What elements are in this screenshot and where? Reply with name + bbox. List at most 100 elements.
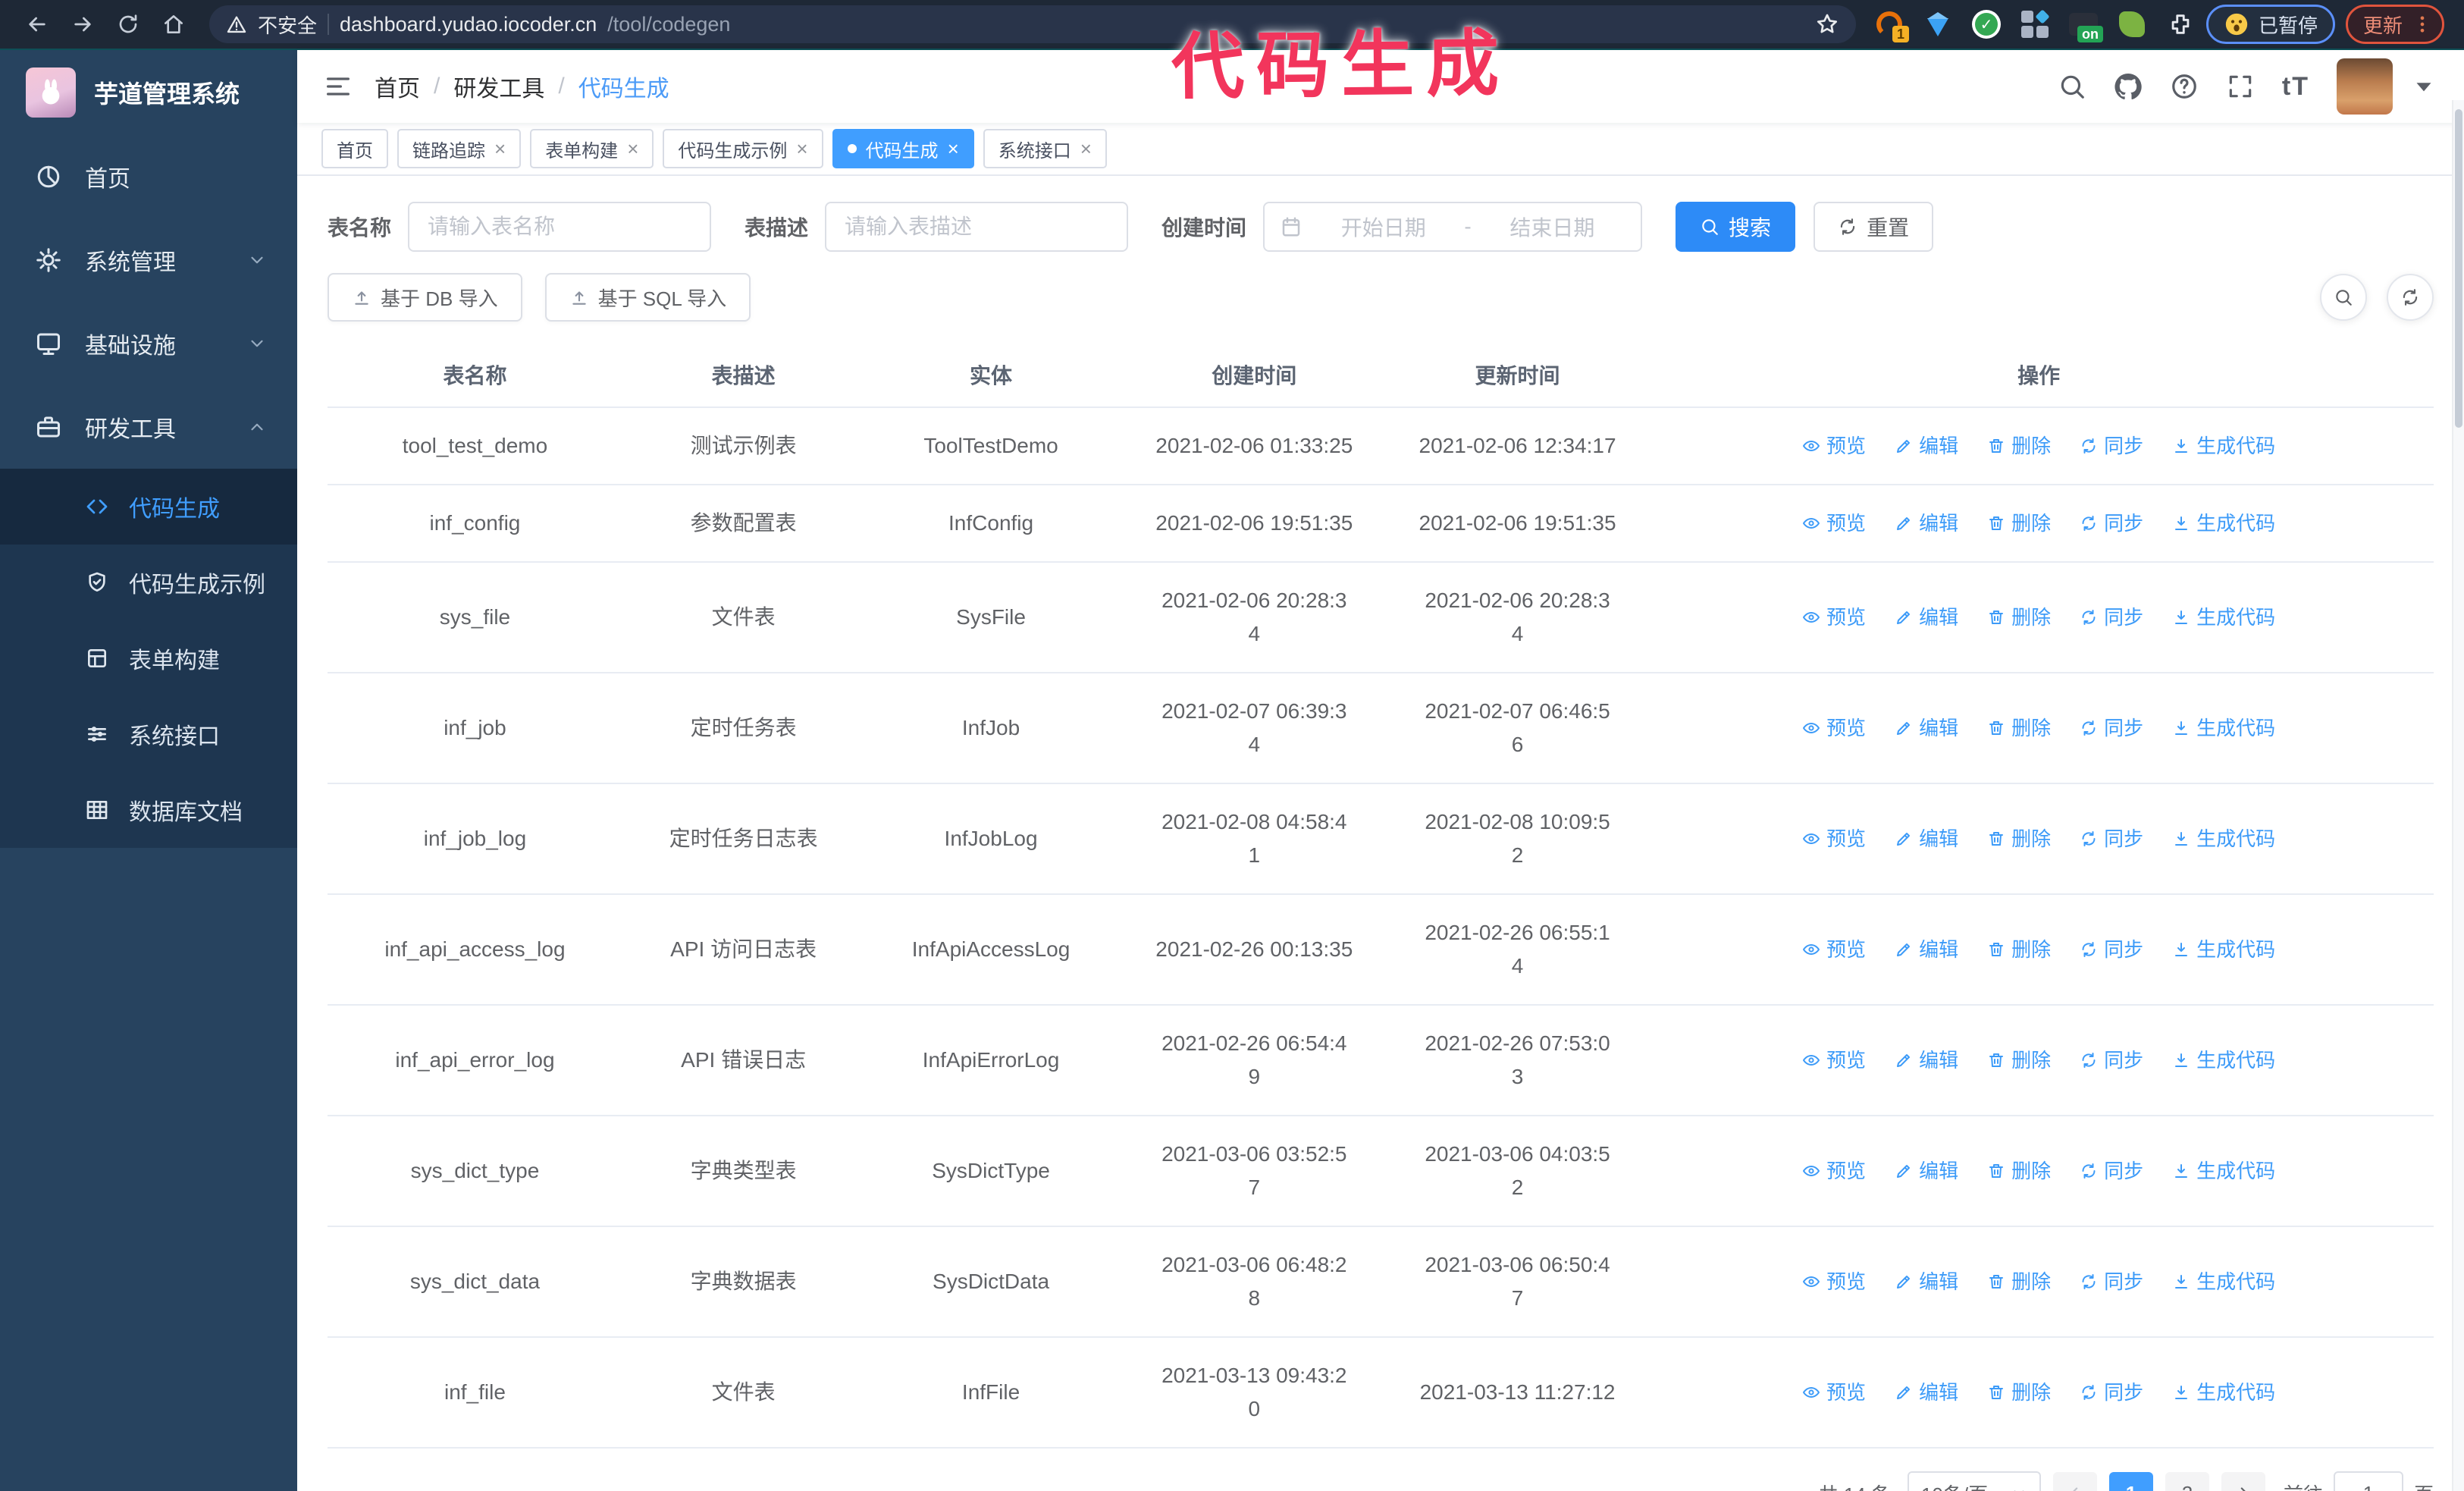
tag-item[interactable]: 表单构建 ×	[530, 129, 654, 168]
tag-item[interactable]: 首页	[321, 129, 388, 168]
url-bar[interactable]: 不安全 dashboard.yudao.iocoder.cn/tool/code…	[209, 5, 1856, 43]
page-button-2[interactable]: 2	[2165, 1472, 2209, 1491]
search-icon[interactable]	[2058, 72, 2086, 101]
avatar[interactable]	[2337, 58, 2393, 115]
breadcrumb-item[interactable]: 研发工具	[453, 70, 544, 103]
github-icon[interactable]	[2114, 72, 2143, 101]
extension-orange-icon[interactable]: 1	[1874, 9, 1909, 42]
sidebar-item[interactable]: 基础设施	[0, 302, 297, 385]
back-icon[interactable]	[20, 7, 55, 42]
docs-help-icon[interactable]	[2170, 72, 2199, 101]
action-edit-link[interactable]: 编辑	[1895, 429, 1958, 463]
goto-page-input[interactable]	[2333, 1471, 2403, 1491]
fullscreen-icon[interactable]	[2226, 72, 2255, 101]
action-eye-link[interactable]: 预览	[1802, 429, 1866, 463]
action-eye-link[interactable]: 预览	[1802, 507, 1866, 540]
action-download-link[interactable]: 生成代码	[2172, 601, 2275, 634]
tag-close-icon[interactable]: ×	[948, 139, 959, 159]
toggle-search-button[interactable]	[2320, 274, 2367, 321]
action-delete-link[interactable]: 删除	[1987, 1265, 2051, 1298]
action-eye-link[interactable]: 预览	[1802, 601, 1866, 634]
scrollbar-thumb[interactable]	[2455, 109, 2462, 428]
action-download-link[interactable]: 生成代码	[2172, 1044, 2275, 1077]
action-edit-link[interactable]: 编辑	[1895, 507, 1958, 540]
action-eye-link[interactable]: 预览	[1802, 711, 1866, 745]
action-eye-link[interactable]: 预览	[1802, 1265, 1866, 1298]
breadcrumb-item[interactable]: 首页	[375, 70, 420, 103]
action-download-link[interactable]: 生成代码	[2172, 711, 2275, 745]
extension-grid-icon[interactable]	[2020, 9, 2050, 39]
reset-button[interactable]: 重置	[1814, 202, 1934, 252]
paused-badge[interactable]: 已暂停	[2205, 5, 2335, 44]
import-db-button[interactable]: 基于 DB 导入	[328, 273, 522, 322]
table-desc-input[interactable]	[825, 202, 1129, 252]
action-edit-link[interactable]: 编辑	[1895, 1376, 1958, 1409]
breadcrumb-item[interactable]: 代码生成	[578, 70, 669, 103]
action-eye-link[interactable]: 预览	[1802, 1376, 1866, 1409]
action-edit-link[interactable]: 编辑	[1895, 822, 1958, 855]
sidebar-item[interactable]: 首页	[0, 135, 297, 218]
action-delete-link[interactable]: 删除	[1987, 507, 2051, 540]
tag-item[interactable]: 系统接口 ×	[983, 129, 1107, 168]
action-eye-link[interactable]: 预览	[1802, 1044, 1866, 1077]
action-sync-link[interactable]: 同步	[2080, 1154, 2143, 1188]
forward-icon[interactable]	[65, 7, 100, 42]
prev-page-button[interactable]	[2052, 1472, 2097, 1491]
extension-green-icon[interactable]	[2117, 9, 2147, 39]
action-download-link[interactable]: 生成代码	[2172, 1265, 2275, 1298]
tag-close-icon[interactable]: ×	[1080, 139, 1092, 159]
action-delete-link[interactable]: 删除	[1987, 1154, 2051, 1188]
action-sync-link[interactable]: 同步	[2080, 1265, 2143, 1298]
sidebar-logo[interactable]: 芋道管理系统	[0, 50, 297, 135]
page-size-select[interactable]: 10条/页	[1907, 1471, 2041, 1491]
action-edit-link[interactable]: 编辑	[1895, 1154, 1958, 1188]
table-name-input[interactable]	[408, 202, 712, 252]
action-download-link[interactable]: 生成代码	[2172, 1376, 2275, 1409]
action-sync-link[interactable]: 同步	[2080, 1044, 2143, 1077]
tag-close-icon[interactable]: ×	[627, 139, 638, 159]
extension-check-icon[interactable]: ✓	[1971, 9, 2002, 39]
sidebar-subitem[interactable]: 表单构建	[0, 620, 297, 696]
action-sync-link[interactable]: 同步	[2080, 933, 2143, 966]
action-delete-link[interactable]: 删除	[1987, 822, 2051, 855]
action-edit-link[interactable]: 编辑	[1895, 1265, 1958, 1298]
action-delete-link[interactable]: 删除	[1987, 429, 2051, 463]
bookmark-star-icon[interactable]	[1815, 12, 1839, 36]
action-delete-link[interactable]: 删除	[1987, 1044, 2051, 1077]
action-edit-link[interactable]: 编辑	[1895, 601, 1958, 634]
refresh-table-button[interactable]	[2387, 274, 2434, 321]
action-edit-link[interactable]: 编辑	[1895, 711, 1958, 745]
sidebar-item[interactable]: 研发工具	[0, 385, 297, 469]
font-size-icon[interactable]: tT	[2282, 72, 2309, 102]
action-delete-link[interactable]: 删除	[1987, 933, 2051, 966]
action-download-link[interactable]: 生成代码	[2172, 429, 2275, 463]
action-sync-link[interactable]: 同步	[2080, 1376, 2143, 1409]
action-download-link[interactable]: 生成代码	[2172, 822, 2275, 855]
import-sql-button[interactable]: 基于 SQL 导入	[544, 273, 751, 322]
sidebar-item[interactable]: 系统管理	[0, 218, 297, 302]
extension-puzzle-icon[interactable]	[2165, 9, 2196, 39]
extension-on-icon[interactable]: on	[2068, 9, 2103, 42]
tag-close-icon[interactable]: ×	[796, 139, 807, 159]
action-delete-link[interactable]: 删除	[1987, 601, 2051, 634]
action-sync-link[interactable]: 同步	[2080, 429, 2143, 463]
tag-close-icon[interactable]: ×	[494, 139, 506, 159]
avatar-caret-icon[interactable]	[2409, 72, 2438, 101]
update-button[interactable]: 更新	[2345, 5, 2444, 44]
action-download-link[interactable]: 生成代码	[2172, 933, 2275, 966]
kebab-menu-icon[interactable]	[2412, 14, 2433, 35]
reload-icon[interactable]	[111, 7, 146, 42]
sidebar-subitem[interactable]: 代码生成示例	[0, 545, 297, 620]
sidebar-fold-icon[interactable]	[323, 71, 353, 102]
action-eye-link[interactable]: 预览	[1802, 1154, 1866, 1188]
action-eye-link[interactable]: 预览	[1802, 822, 1866, 855]
action-sync-link[interactable]: 同步	[2080, 601, 2143, 634]
next-page-button[interactable]	[2221, 1472, 2265, 1491]
page-button-1[interactable]: 1	[2108, 1472, 2153, 1491]
action-sync-link[interactable]: 同步	[2080, 822, 2143, 855]
action-download-link[interactable]: 生成代码	[2172, 507, 2275, 540]
sidebar-subitem[interactable]: 数据库文档	[0, 772, 297, 848]
action-delete-link[interactable]: 删除	[1987, 711, 2051, 745]
home-icon[interactable]	[156, 7, 191, 42]
search-button[interactable]: 搜索	[1676, 202, 1796, 252]
